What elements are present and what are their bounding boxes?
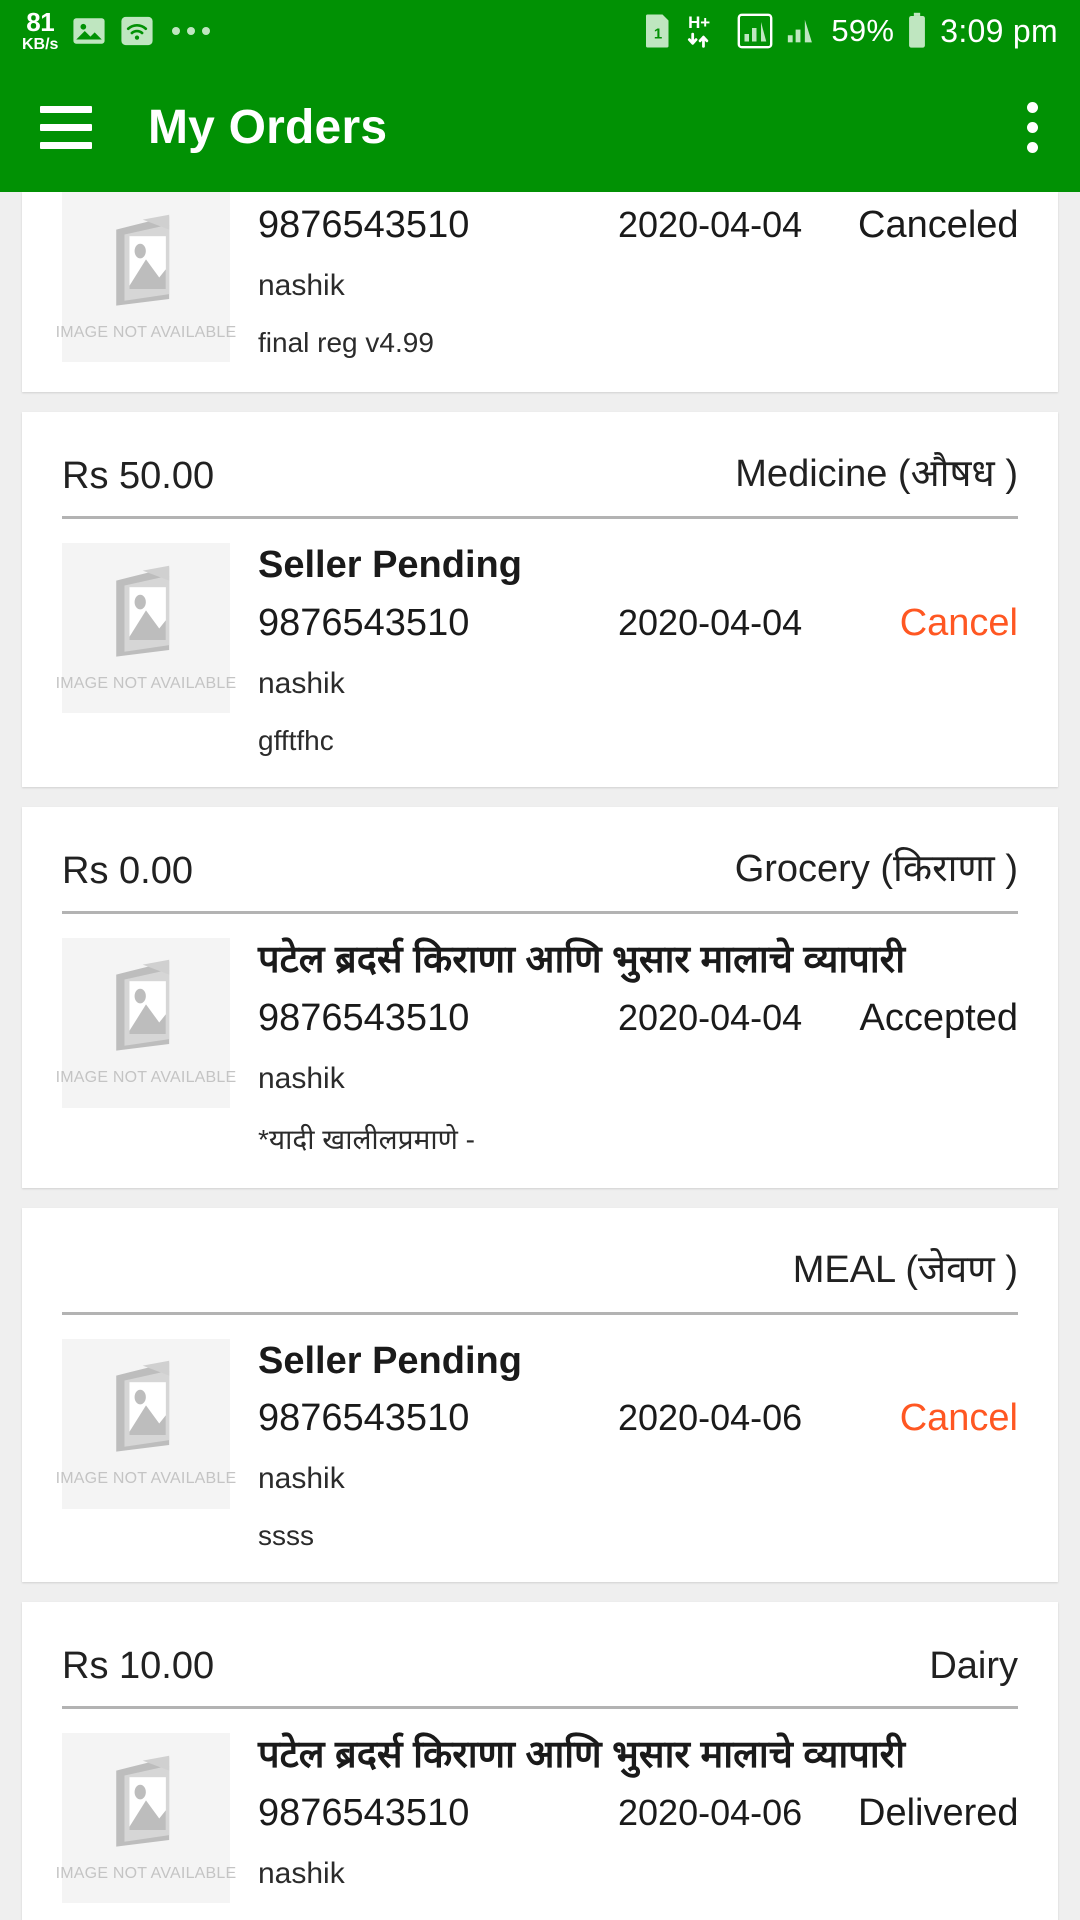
order-card-header: Rs 10.00 Dairy (22, 1602, 1058, 1688)
order-note: *यादी खालीलप्रमाणे - (258, 1123, 475, 1155)
status-bar: 81 KB/s 1 H+ 59% 3:09 pm (0, 0, 1080, 62)
order-note: hbjn (258, 1915, 1018, 1920)
order-category: Grocery (किराणा ) (734, 847, 1018, 890)
svg-text:1: 1 (654, 26, 662, 43)
order-shop-name: पटेल ब्रदर्स किराणा आणि भुसार मालाचे व्य… (258, 938, 906, 981)
order-price: Rs 50.00 (62, 455, 215, 497)
status-bar-right: 1 H+ 59% 3:09 pm (643, 11, 1058, 51)
order-meta-row: 9876543510 2020-04-06 Delivered (258, 1792, 1019, 1835)
order-city: nashik (258, 666, 345, 700)
order-details: पटेल ब्रदर्स किराणा आणि भुसार मालाचे व्य… (258, 938, 1018, 1158)
image-placeholder-label: IMAGE NOT AVAILABLE (55, 674, 237, 692)
order-card-body: IMAGE NOT AVAILABLE Seller Pending 9876543… (22, 519, 1058, 787)
image-placeholder-label: IMAGE NOT AVAILABLE (55, 323, 237, 341)
broken-image-icon (103, 564, 189, 665)
order-card-header: Rs 0.00 Grocery (किराणा ) (22, 807, 1058, 893)
battery-icon (906, 12, 928, 50)
clock-label: 3:09 pm (940, 12, 1058, 49)
order-phone-number: 9876543510 (258, 601, 470, 644)
order-shop-name: Seller Pending (258, 544, 522, 586)
image-placeholder-label: IMAGE NOT AVAILABLE (55, 1470, 237, 1488)
order-phone-number: 9876543510 (258, 204, 470, 246)
status-bar-left: 81 KB/s (22, 9, 211, 53)
order-date: 2020-04-04 (618, 996, 803, 1038)
order-price: Rs 0.00 (62, 849, 193, 892)
order-phone-number: 9876543510 (258, 1397, 470, 1440)
cancel-order-button[interactable]: Cancel (858, 602, 1018, 645)
more-status-icons (172, 27, 211, 35)
broken-image-icon (103, 958, 189, 1059)
order-thumbnail: IMAGE NOT AVAILABLE (56, 937, 236, 1108)
broken-image-icon (103, 1754, 189, 1855)
svg-text:H+: H+ (688, 13, 710, 32)
order-shop-name: Seller Pending (258, 1339, 522, 1382)
order-details: Seller Pending98765435102020-04-04Cancel… (258, 192, 1019, 362)
order-city: nashik (258, 1462, 345, 1496)
order-details: Seller Pending 9876543510 2020-04-04 Cancel… (258, 543, 1018, 757)
hamburger-menu-icon[interactable] (40, 105, 92, 149)
order-date: 2020-04-06 (618, 1792, 803, 1834)
wifi-icon (120, 14, 154, 48)
order-card[interactable]: Rs 0.00 Grocery (किराणा ) IMAGE NOT AVAILA… (22, 806, 1058, 1188)
order-card[interactable]: Rs 50.00 Medicine (औषध ) IMAGE NOT AVAILAB… (22, 412, 1058, 787)
signal-bars-icon (737, 13, 773, 49)
order-meta-row: 9876543510 2020-04-06 Cancel (258, 1397, 1018, 1440)
image-placeholder-label: IMAGE NOT AVAILABLE (55, 1864, 237, 1882)
order-city: nashik (258, 1061, 345, 1095)
order-card[interactable]: IMAGE NOT AVAILABLESeller Pending9876543… (22, 192, 1058, 392)
sim-card-icon: 1 (643, 13, 673, 49)
order-thumbnail: IMAGE NOT AVAILABLE (56, 1733, 236, 1904)
order-status-label: Canceled (858, 204, 1019, 246)
page-title: My Orders (148, 100, 388, 154)
order-meta-row: 9876543510 2020-04-04 Cancel (258, 602, 1018, 645)
order-status-label: Accepted (859, 996, 1018, 1039)
order-note: gfftfhc (258, 724, 334, 756)
orders-list[interactable]: IMAGE NOT AVAILABLE Seller Pending 9876543… (0, 192, 1080, 1920)
order-date: 2020-04-04 (618, 204, 803, 245)
order-card-body: IMAGE NOT AVAILABLE पटेल ब्रदर्स किराणा आ… (22, 914, 1058, 1188)
order-phone-number: 9876543510 (258, 1792, 470, 1835)
signal-bars-icon (785, 14, 819, 48)
order-meta-row: 9876543510 2020-04-04 Canceled (258, 204, 1019, 247)
network-type-icon: H+ (685, 11, 725, 51)
order-category: Medicine (औषध ) (735, 453, 1018, 495)
network-speed-indicator: 81 KB/s (22, 9, 58, 53)
order-card[interactable]: MEAL (जेवण ) IMAGE NOT AVAILABLE Seller Pe… (22, 1207, 1058, 1583)
order-date: 2020-04-04 (618, 601, 803, 643)
app-bar: My Orders (0, 62, 1080, 192)
order-thumbnail: IMAGE NOT AVAILABLE (56, 192, 236, 362)
order-thumbnail: IMAGE NOT AVAILABLE (56, 543, 236, 713)
order-category: Dairy (929, 1645, 1018, 1688)
order-note: final reg v4.99 (258, 327, 434, 358)
order-card[interactable]: Rs 10.00 Dairy IMAGE NOT AVAILABLE पटेल ब्र… (22, 1602, 1058, 1920)
network-speed-unit: KB/s (22, 36, 59, 53)
broken-image-icon (103, 1359, 189, 1460)
order-price: Rs 10.00 (62, 1645, 215, 1688)
order-card-body: IMAGE NOT AVAILABLESeller Pending9876543… (22, 192, 1058, 392)
battery-percent-label: 59% (831, 13, 895, 48)
order-card-body: IMAGE NOT AVAILABLE पटेल ब्रदर्स किराणा आ… (22, 1709, 1058, 1920)
order-category: MEAL (जेवण ) (792, 1248, 1018, 1291)
image-placeholder-label: IMAGE NOT AVAILABLE (55, 1069, 237, 1087)
order-note: ssss (258, 1520, 314, 1552)
order-details: Seller Pending 9876543510 2020-04-06 Cancel… (258, 1339, 1018, 1553)
image-icon (72, 14, 106, 48)
order-details: पटेल ब्रदर्स किराणा आणि भुसार मालाचे व्य… (258, 1733, 1019, 1920)
order-card-header: Rs 50.00 Medicine (औषध ) (22, 412, 1058, 498)
network-speed-value: 81 (26, 7, 55, 37)
order-meta-row: 9876543510 2020-04-04 Accepted (258, 997, 1018, 1040)
order-card-body: IMAGE NOT AVAILABLE Seller Pending 9876543… (22, 1315, 1058, 1583)
overflow-menu-icon[interactable] (1021, 96, 1044, 159)
order-city: nashik (258, 269, 345, 302)
order-status-label: Delivered (858, 1792, 1019, 1835)
order-city: nashik (258, 1857, 345, 1891)
cancel-order-button[interactable]: Cancel (858, 1397, 1018, 1440)
order-thumbnail: IMAGE NOT AVAILABLE (56, 1338, 236, 1509)
order-date: 2020-04-06 (618, 1397, 803, 1439)
broken-image-icon (103, 213, 189, 314)
order-shop-name: पटेल ब्रदर्स किराणा आणि भुसार मालाचे व्य… (258, 1734, 906, 1777)
order-card-header: MEAL (जेवण ) (22, 1208, 1058, 1294)
order-phone-number: 9876543510 (258, 996, 470, 1039)
